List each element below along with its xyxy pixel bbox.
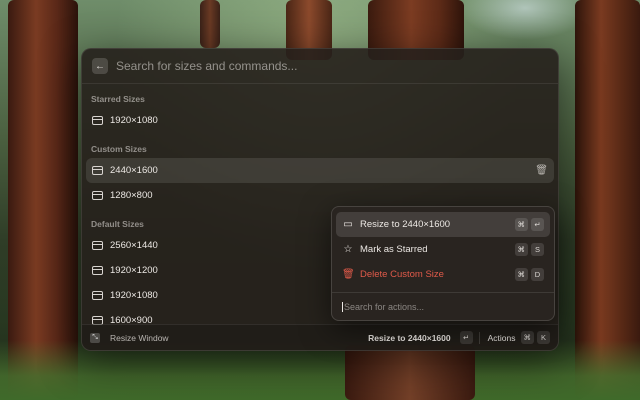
- actions-search: [332, 292, 554, 320]
- trash-icon: 🗑: [342, 269, 355, 280]
- window-icon: [92, 116, 103, 125]
- actions-search-input[interactable]: [342, 301, 544, 312]
- star-icon: ☆: [343, 244, 353, 255]
- section-title-starred: Starred Sizes: [91, 94, 145, 104]
- app-label: Resize Window: [110, 332, 169, 343]
- primary-action-button[interactable]: Resize to 2440×1600: [368, 333, 450, 343]
- window-icon: [92, 291, 103, 300]
- action-label: Mark as Starred: [360, 244, 428, 255]
- window-icon: [92, 241, 103, 250]
- action-resize[interactable]: ▭ Resize to 2440×1600 ⌘ ↵: [336, 212, 550, 237]
- actions-button[interactable]: Actions: [486, 333, 518, 343]
- item-label: 2440×1600: [110, 165, 158, 176]
- enter-key: ↵: [531, 218, 544, 231]
- d-key: D: [531, 268, 544, 281]
- wallpaper-tree: [200, 0, 220, 48]
- back-arrow-icon[interactable]: ←: [92, 58, 108, 74]
- action-star[interactable]: ☆ Mark as Starred ⌘ S: [336, 237, 550, 262]
- list-item[interactable]: 1920×1080: [86, 108, 554, 133]
- cmd-key: ⌘: [514, 268, 528, 281]
- window-icon: [92, 166, 103, 175]
- list-item[interactable]: 2440×1600 🗑: [86, 158, 554, 183]
- cmd-key: ⌘: [520, 331, 534, 344]
- window-icon: [92, 191, 103, 200]
- enter-key: ↵: [459, 331, 473, 344]
- action-label: Resize to 2440×1600: [360, 219, 451, 230]
- cmd-key: ⌘: [514, 218, 528, 231]
- window-icon: [92, 266, 103, 275]
- section-title-custom: Custom Sizes: [91, 144, 147, 154]
- search-input[interactable]: [116, 59, 548, 73]
- item-label: 1920×1080: [110, 290, 158, 301]
- wallpaper-tree: [345, 345, 475, 400]
- search-bar: ←: [82, 49, 558, 84]
- cmd-key: ⌘: [514, 243, 528, 256]
- action-delete[interactable]: 🗑 Delete Custom Size ⌘ D: [336, 262, 550, 287]
- actions-popover: ▭ Resize to 2440×1600 ⌘ ↵ ☆ Mark as Star…: [331, 206, 555, 321]
- item-label: 1280×800: [110, 190, 153, 201]
- k-key: K: [537, 331, 550, 344]
- divider: [478, 331, 480, 344]
- action-bar: ⤡ Resize Window Resize to 2440×1600 ↵ Ac…: [82, 324, 558, 350]
- action-label: Delete Custom Size: [360, 269, 444, 280]
- item-label: 1920×1080: [110, 115, 158, 126]
- list-item[interactable]: 1280×800: [86, 183, 554, 208]
- item-label: 2560×1440: [110, 240, 158, 251]
- window-icon: ▭: [343, 219, 353, 230]
- trash-icon[interactable]: 🗑: [535, 165, 548, 176]
- wallpaper-sky: [460, 0, 590, 40]
- resize-window-icon: ⤡: [90, 332, 100, 343]
- item-label: 1920×1200: [110, 265, 158, 276]
- s-key: S: [531, 243, 544, 256]
